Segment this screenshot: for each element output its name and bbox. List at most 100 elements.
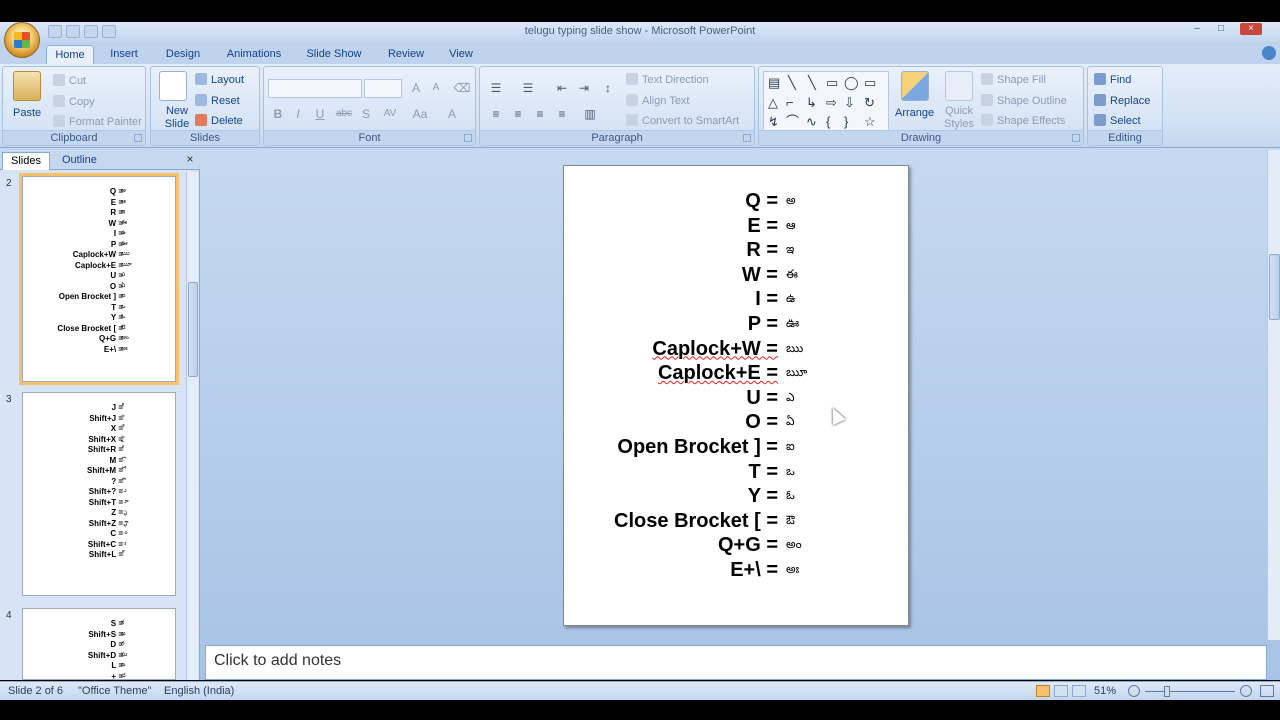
line-spacing-icon[interactable]: ↕ <box>598 79 618 97</box>
tab-insert[interactable]: Insert <box>100 45 148 64</box>
shrink-font-icon[interactable]: A <box>426 79 446 97</box>
reset-button[interactable]: Reset <box>195 93 240 109</box>
office-button[interactable] <box>4 22 40 58</box>
scrollbar-thumb[interactable] <box>1269 254 1280 320</box>
rounded-rect-shape-icon[interactable]: ▭ <box>864 76 876 90</box>
underline-button[interactable]: U <box>310 105 330 123</box>
elbow-connector-icon[interactable]: ⌐ <box>786 96 794 110</box>
shape-outline-button[interactable]: Shape Outline <box>981 93 1067 109</box>
left-brace-shape-icon[interactable]: { <box>826 115 830 129</box>
strikethrough-button[interactable]: abc <box>334 105 354 123</box>
line-shape-icon[interactable]: ╲ <box>788 76 796 90</box>
align-left-icon[interactable]: ≡ <box>486 105 506 123</box>
arc-shape-icon[interactable]: ⌒ <box>786 115 799 129</box>
char-spacing-button[interactable]: AV <box>380 105 400 123</box>
undo-icon[interactable] <box>66 25 80 38</box>
fit-to-window-icon[interactable] <box>1260 685 1274 697</box>
align-right-icon[interactable]: ≡ <box>530 105 550 123</box>
maximize-button[interactable]: □ <box>1210 23 1232 35</box>
tab-review[interactable]: Review <box>380 45 432 64</box>
new-slide-icon[interactable] <box>159 71 187 101</box>
shadow-button[interactable]: S <box>356 105 376 123</box>
slide-scrollbar[interactable] <box>1267 150 1280 640</box>
textbox-shape-icon[interactable]: ▤ <box>768 76 780 90</box>
grow-font-icon[interactable]: A <box>406 79 426 97</box>
new-slide-button[interactable]: New Slide <box>159 105 195 131</box>
font-name-combo[interactable] <box>268 79 362 98</box>
decrease-indent-icon[interactable]: ⇤ <box>552 79 572 97</box>
rotate-shape-icon[interactable]: ↻ <box>864 96 875 110</box>
bullets-icon[interactable]: ☰ <box>486 79 506 97</box>
text-direction-button[interactable]: Text Direction <box>626 72 709 88</box>
zoom-level[interactable]: 51% <box>1094 685 1116 697</box>
redo-icon[interactable] <box>84 25 98 38</box>
slide-thumbnail[interactable]: Q = అ E = ఆ R = ఇ W = ఈ I = ఉ P = ఊ Caplock+W = ఋ Capl… <box>19 173 179 385</box>
columns-icon[interactable]: ▥ <box>580 105 600 123</box>
drawing-launcher-icon[interactable] <box>1072 134 1080 142</box>
tab-view[interactable]: View <box>440 45 482 64</box>
numbering-icon[interactable]: ☰ <box>518 79 538 97</box>
down-arrow-shape-icon[interactable]: ⇩ <box>844 96 855 110</box>
select-button[interactable]: Select <box>1094 113 1141 129</box>
slide-canvas[interactable]: Q = అ E = ఆ R = ఇ W = ఈ I = ఉ P = ఊ Caplock+W = ఋ Capl… <box>563 165 909 626</box>
tab-outline[interactable]: Outline <box>54 152 105 170</box>
change-case-button[interactable]: Aa <box>410 105 430 123</box>
bold-button[interactable]: B <box>268 105 288 123</box>
oval-shape-icon[interactable]: ◯ <box>844 76 859 90</box>
shape-effects-button[interactable]: Shape Effects <box>981 113 1065 129</box>
cut-button[interactable]: Cut <box>53 73 86 89</box>
slide-show-icon[interactable] <box>1072 685 1086 697</box>
paste-icon[interactable] <box>13 71 41 101</box>
font-launcher-icon[interactable] <box>464 134 472 142</box>
align-text-button[interactable]: Align Text <box>626 93 690 109</box>
clear-format-icon[interactable]: ⌫ <box>452 79 472 97</box>
justify-icon[interactable]: ≡ <box>552 105 572 123</box>
zoom-slider[interactable] <box>1145 691 1235 692</box>
clipboard-launcher-icon[interactable] <box>134 134 142 142</box>
pane-close-icon[interactable]: × <box>184 152 196 166</box>
tab-home[interactable]: Home <box>46 45 94 64</box>
slides-pane-scrollbar[interactable] <box>186 172 198 680</box>
zoom-out-icon[interactable] <box>1128 685 1140 697</box>
font-size-combo[interactable] <box>364 79 402 98</box>
curve-shape-icon[interactable]: ∿ <box>806 115 817 129</box>
zoom-in-icon[interactable] <box>1240 685 1252 697</box>
layout-button[interactable]: Layout <box>195 72 244 88</box>
language-indicator[interactable]: English (India) <box>164 685 234 697</box>
right-brace-shape-icon[interactable]: } <box>844 115 848 129</box>
minimize-button[interactable]: – <box>1186 23 1208 35</box>
rectangle-shape-icon[interactable]: ▭ <box>826 76 838 90</box>
increase-indent-icon[interactable]: ⇥ <box>574 79 594 97</box>
paragraph-launcher-icon[interactable] <box>743 134 751 142</box>
star-shape-icon[interactable]: ☆ <box>864 115 876 129</box>
italic-button[interactable]: I <box>288 105 308 123</box>
font-color-button[interactable]: A <box>442 105 462 123</box>
align-center-icon[interactable]: ≡ <box>508 105 528 123</box>
normal-view-icon[interactable] <box>1036 685 1050 697</box>
arrange-icon[interactable] <box>901 71 929 101</box>
shapes-gallery[interactable]: ▤ ╲ ╲ ▭ ◯ ▭ △ ⌐ ↳ ⇨ ⇩ ↻ ↯ ⌒ ∿ { } ☆ <box>763 71 889 131</box>
freeform-shape-icon[interactable]: ↯ <box>768 115 779 129</box>
help-icon[interactable] <box>1262 46 1276 60</box>
replace-button[interactable]: Replace <box>1094 93 1150 109</box>
format-painter-button[interactable]: Format Painter <box>53 114 142 130</box>
close-button[interactable]: × <box>1240 23 1262 35</box>
triangle-shape-icon[interactable]: △ <box>768 96 778 110</box>
quick-styles-icon[interactable] <box>945 71 973 101</box>
save-icon[interactable] <box>48 25 62 38</box>
paste-button[interactable]: Paste <box>13 105 41 121</box>
curved-connector-icon[interactable]: ↳ <box>806 96 817 110</box>
arrange-button[interactable]: Arrange <box>895 105 934 121</box>
zoom-slider-thumb[interactable] <box>1164 686 1170 697</box>
right-arrow-shape-icon[interactable]: ⇨ <box>826 96 837 110</box>
slide-thumbnail[interactable]: S = క Shift+S = ఖ D = గ Shift+D = ఘ L = ఙ + = చ <box>22 608 176 680</box>
find-button[interactable]: Find <box>1094 72 1131 88</box>
scrollbar-thumb[interactable] <box>188 282 198 377</box>
slide-thumbnail[interactable]: J =ీ Shift+J =ె X =ే Shift+X =ై Shift+R =ి M … <box>22 392 176 596</box>
customize-qat-icon[interactable] <box>102 25 116 38</box>
slide-sorter-icon[interactable] <box>1054 685 1068 697</box>
shape-fill-button[interactable]: Shape Fill <box>981 72 1046 88</box>
copy-button[interactable]: Copy <box>53 94 95 110</box>
convert-smartart-button[interactable]: Convert to SmartArt <box>626 113 739 129</box>
tab-animations[interactable]: Animations <box>220 45 288 64</box>
